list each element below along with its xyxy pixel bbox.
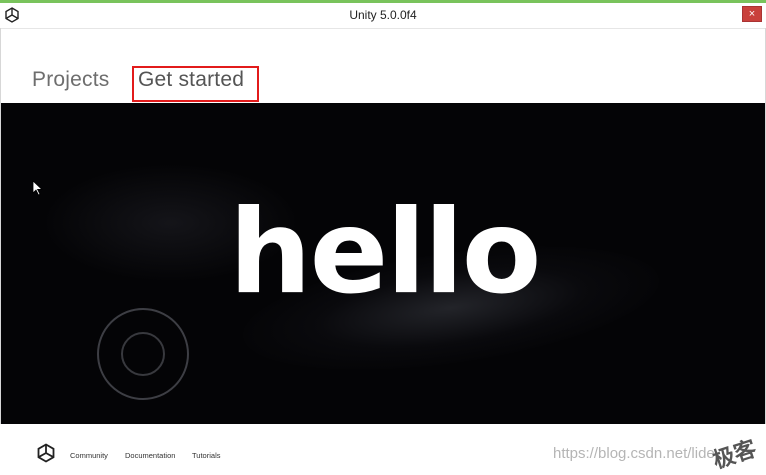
- watermark-logo-text: 极客: [709, 436, 760, 475]
- community-link[interactable]: Community: [70, 451, 108, 460]
- mouse-cursor-icon: [32, 180, 44, 196]
- home-tabs: Projects Get started: [0, 60, 766, 103]
- close-button[interactable]: ×: [742, 6, 762, 22]
- window-titlebar[interactable]: Unity 5.0.0f4 ×: [0, 3, 766, 29]
- tab-get-started[interactable]: Get started: [138, 68, 244, 92]
- intro-video[interactable]: hello: [1, 103, 765, 424]
- tab-projects[interactable]: Projects: [32, 68, 109, 92]
- footer: Community Documentation Tutorials https:…: [0, 424, 766, 474]
- blog-watermark: https://blog.csdn.net/lide: [553, 445, 715, 462]
- unity-footer-logo-icon: [37, 443, 55, 463]
- video-ring-inner: [121, 332, 165, 376]
- video-hello-text: hello: [229, 185, 541, 320]
- window-title: Unity 5.0.0f4: [349, 8, 417, 22]
- documentation-link[interactable]: Documentation: [125, 451, 175, 460]
- tutorials-link[interactable]: Tutorials: [192, 451, 220, 460]
